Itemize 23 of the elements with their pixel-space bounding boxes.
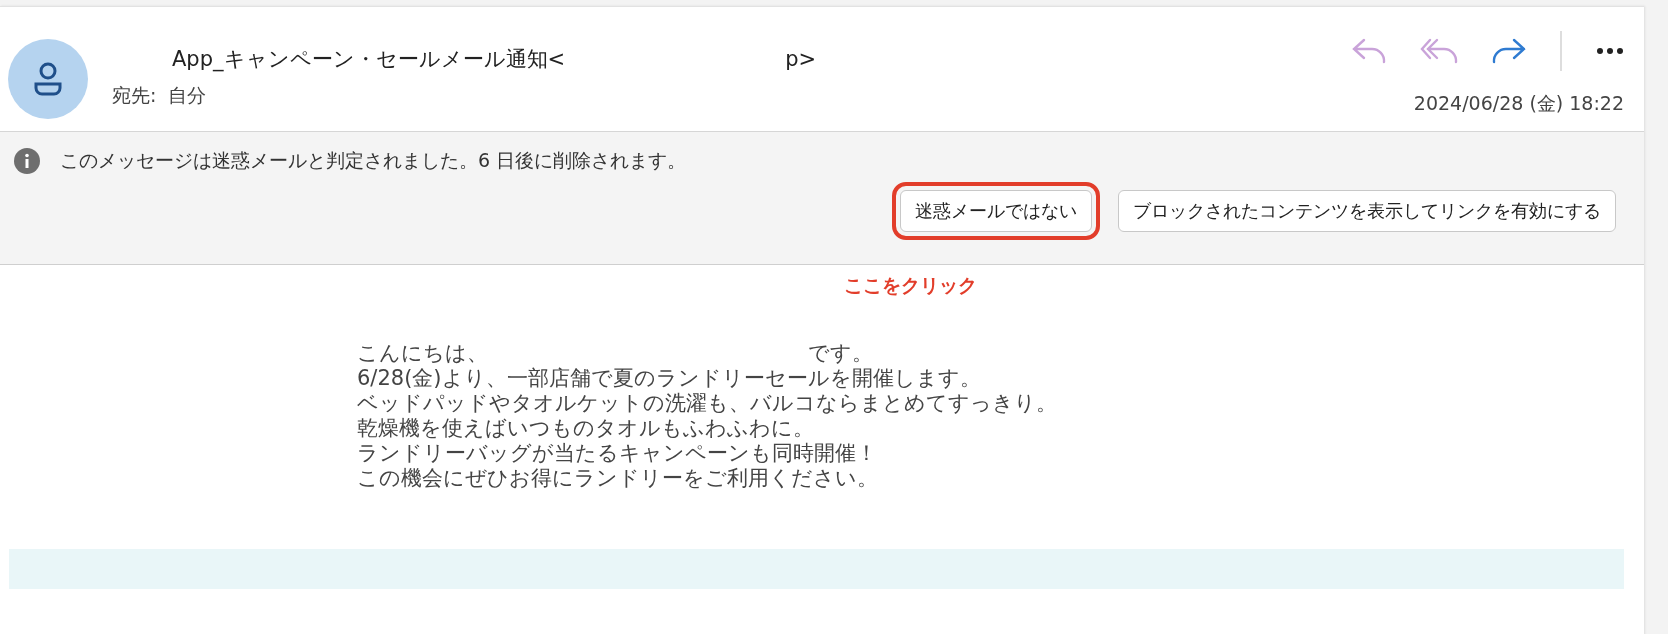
- body-text: ベッドパッドやタオルケットの洗濯も、バルコならまとめてすっきり。: [357, 391, 1058, 416]
- greeting: こんにちは、 です。: [357, 341, 874, 366]
- body-text: ランドリーバッグが当たるキャンペーンも同時開催！: [357, 441, 878, 466]
- person-icon: [33, 62, 63, 96]
- info-icon: [14, 148, 40, 174]
- forward-button[interactable]: [1492, 38, 1526, 64]
- date: 2024/06/28 (金) 18:22: [1413, 91, 1624, 116]
- reply-all-icon: [1420, 38, 1458, 64]
- body-text: 6/28(金)より、一部店舗で夏のランドリーセールを開催します。: [357, 366, 982, 391]
- sender-address-end: p>: [785, 47, 817, 71]
- reply-icon: [1352, 38, 1386, 64]
- more-button[interactable]: [1596, 47, 1624, 55]
- annotation-label: ここをクリック: [842, 273, 978, 298]
- body-text: 乾燥機を使えばいつものタオルもふわふわに。: [357, 416, 815, 441]
- forward-icon: [1492, 38, 1526, 64]
- more-icon: [1596, 47, 1624, 55]
- notice-button[interactable]: ブロックされたコンテンツを表示してリンクを有効にする: [1118, 190, 1616, 232]
- junk-message: このメッセージは迷惑メールと判定されました。6 日後に削除されます。: [60, 148, 687, 173]
- sender-name: App_キャンペーン・セールメール通知<: [172, 46, 566, 73]
- body-text: この機会にぜひお得にランドリーをご利用ください。: [357, 466, 879, 491]
- notice-button[interactable]: 迷惑メールではない: [900, 190, 1092, 232]
- recipient: 自分: [168, 83, 207, 108]
- recipient-label: 宛先:: [112, 83, 157, 108]
